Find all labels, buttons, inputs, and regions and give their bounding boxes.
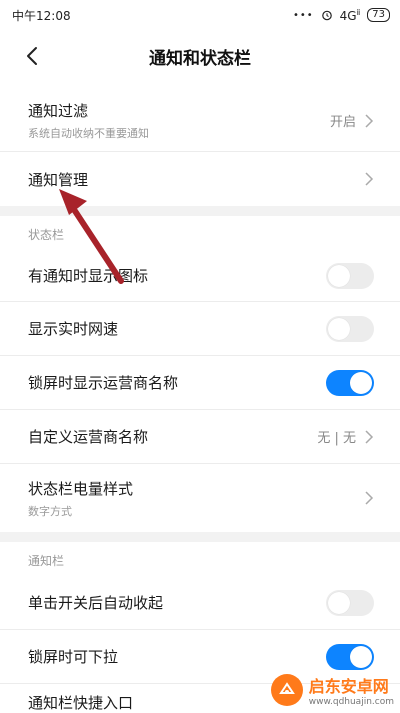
page-title: 通知和状态栏	[149, 48, 251, 69]
row-subtitle: 系统自动收纳不重要通知	[28, 127, 149, 140]
chevron-right-icon	[365, 113, 374, 128]
toggle-switch[interactable]	[326, 369, 374, 396]
status-time: 中午12:08	[12, 8, 71, 23]
row-value: 无 | 无	[317, 431, 356, 446]
signal-dots: •••	[292, 9, 314, 21]
row-title: 通知栏快捷入口	[28, 694, 134, 712]
row-show-carrier-lockscreen: 锁屏时显示运营商名称	[0, 356, 400, 410]
section-gap	[0, 532, 400, 542]
chevron-right-icon	[365, 172, 374, 186]
section-gap	[0, 206, 400, 216]
row-title: 自定义运营商名称	[28, 428, 149, 446]
row-title: 状态栏电量样式	[28, 479, 134, 498]
row-title: 显示实时网速	[28, 320, 119, 338]
row-custom-carrier-name[interactable]: 自定义运营商名称 无 | 无	[0, 410, 400, 464]
toggle-knob	[328, 317, 350, 340]
watermark-title: 启东安卓网	[308, 677, 389, 696]
section-label-notification-bar: 通知栏	[28, 554, 65, 568]
row-title: 锁屏时显示运营商名称	[28, 374, 179, 392]
page-header: 通知和状态栏	[0, 30, 400, 82]
row-title: 单击开关后自动收起	[28, 594, 164, 612]
battery-indicator: 73	[367, 8, 390, 22]
chevron-left-icon	[27, 47, 37, 65]
back-button[interactable]	[18, 42, 46, 70]
row-title: 锁屏时可下拉	[28, 648, 119, 666]
status-icons: ••• 4Gⅱ 73	[293, 8, 390, 23]
row-auto-collapse: 单击开关后自动收起	[0, 576, 400, 630]
toggle-switch[interactable]	[326, 643, 374, 670]
toggle-knob	[328, 264, 350, 287]
row-title: 通知管理	[28, 170, 89, 189]
row-subtitle: 数字方式	[28, 504, 72, 518]
toggle-switch[interactable]	[326, 589, 374, 616]
row-notification-manage[interactable]: 通知管理	[0, 152, 400, 206]
row-title: 通知过滤	[28, 102, 89, 120]
toggle-knob	[350, 645, 372, 668]
watermark: 启东安卓网 www.qdhuajin.com	[270, 673, 394, 707]
network-type: 4Gⅱ	[339, 7, 361, 23]
toggle-switch[interactable]	[326, 262, 374, 289]
row-show-net-speed: 显示实时网速	[0, 302, 400, 356]
watermark-logo-icon	[270, 674, 303, 706]
section-label-status-bar: 状态栏	[28, 228, 65, 242]
watermark-url: www.qdhuajin.com	[308, 697, 394, 707]
row-show-notification-icon: 有通知时显示图标	[0, 250, 400, 302]
row-battery-style[interactable]: 状态栏电量样式 数字方式	[0, 464, 400, 532]
row-notification-filter[interactable]: 通知过滤 系统自动收纳不重要通知 开启	[0, 90, 400, 152]
toggle-knob	[350, 371, 372, 394]
row-title: 有通知时显示图标	[28, 267, 149, 285]
toggle-switch[interactable]	[326, 315, 374, 342]
chevron-right-icon	[365, 491, 374, 505]
chevron-right-icon	[365, 429, 374, 444]
toggle-knob	[328, 591, 350, 614]
alarm-icon	[321, 10, 332, 21]
row-value: 开启	[329, 115, 356, 130]
status-bar: 中午12:08 ••• 4Gⅱ 73	[0, 0, 400, 30]
